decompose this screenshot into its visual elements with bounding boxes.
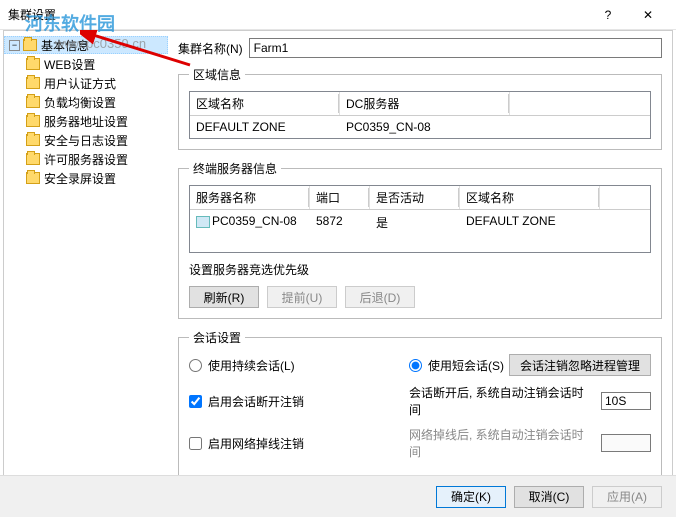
tree-label: 基本信息 <box>41 37 89 54</box>
folder-icon <box>26 153 40 165</box>
apply-button: 应用(A) <box>592 486 662 508</box>
zone-fieldset: 区域信息 区域名称 DC服务器 DEFAULT ZONE PC0359_CN-0… <box>178 66 662 150</box>
tree-item-security[interactable]: 安全与日志设置 <box>4 131 168 149</box>
dialog-footer: 确定(K) 取消(C) 应用(A) <box>0 475 676 517</box>
terminal-legend: 终端服务器信息 <box>189 160 281 177</box>
short-session-radio[interactable] <box>409 359 422 372</box>
terminal-fieldset: 终端服务器信息 服务器名称 端口 是否活动 区域名称 PC0359_CN-08 … <box>178 160 662 319</box>
priority-label: 设置服务器竞选优先级 <box>189 261 651 278</box>
move-down-button: 后退(D) <box>345 286 415 308</box>
term-col-zone[interactable]: 区域名称 <box>460 186 600 209</box>
netdown-timeout-label: 网络掉线后, 系统自动注销会话时间 <box>409 426 595 460</box>
tree-item-loadbalance[interactable]: 负载均衡设置 <box>4 93 168 111</box>
tree-item-serveraddr[interactable]: 服务器地址设置 <box>4 112 168 130</box>
term-col-port[interactable]: 端口 <box>310 186 370 209</box>
persistent-label: 使用持续会话(L) <box>208 357 295 374</box>
help-button[interactable]: ? <box>588 1 628 29</box>
move-up-button: 提前(U) <box>267 286 337 308</box>
disconnect-timeout-label: 会话断开后, 系统自动注销会话时间 <box>409 384 595 418</box>
tree-item-basic[interactable]: − 基本信息 <box>4 36 168 54</box>
folder-icon <box>26 134 40 146</box>
folder-icon <box>26 77 40 89</box>
close-button[interactable]: ✕ <box>628 1 668 29</box>
table-row[interactable]: PC0359_CN-08 5872 是 DEFAULT ZONE <box>190 210 650 235</box>
term-col-name[interactable]: 服务器名称 <box>190 186 310 209</box>
folder-icon <box>23 39 37 51</box>
netdown-logout-checkbox[interactable] <box>189 437 202 450</box>
tree-item-auth[interactable]: 用户认证方式 <box>4 74 168 92</box>
disconnect-timeout-input[interactable] <box>601 392 651 410</box>
refresh-button[interactable]: 刷新(R) <box>189 286 259 308</box>
disconnect-logout-label: 启用会话断开注销 <box>208 393 304 410</box>
session-legend: 会话设置 <box>189 329 245 346</box>
zone-col-dc[interactable]: DC服务器 <box>340 92 510 115</box>
cluster-name-input[interactable] <box>249 38 662 58</box>
term-col-active[interactable]: 是否活动 <box>370 186 460 209</box>
zone-col-name[interactable]: 区域名称 <box>190 92 340 115</box>
tree-item-license[interactable]: 许可服务器设置 <box>4 150 168 168</box>
persistent-session-radio[interactable] <box>189 359 202 372</box>
terminal-table[interactable]: 服务器名称 端口 是否活动 区域名称 PC0359_CN-08 5872 是 D… <box>189 185 651 253</box>
tree-item-recording[interactable]: 安全录屏设置 <box>4 169 168 187</box>
folder-icon <box>26 115 40 127</box>
content-panel: 集群名称(N) 区域信息 区域名称 DC服务器 DEFAULT ZONE PC0… <box>172 30 676 470</box>
ignore-process-button[interactable]: 会话注销忽略进程管理 <box>509 354 651 376</box>
cluster-name-label: 集群名称(N) <box>178 40 243 57</box>
server-icon <box>196 216 210 228</box>
tree-item-web[interactable]: WEB设置 <box>4 55 168 73</box>
netdown-timeout-input <box>601 434 651 452</box>
table-row[interactable]: DEFAULT ZONE PC0359_CN-08 <box>190 116 650 138</box>
zone-table[interactable]: 区域名称 DC服务器 DEFAULT ZONE PC0359_CN-08 <box>189 91 651 139</box>
folder-icon <box>26 172 40 184</box>
cancel-button[interactable]: 取消(C) <box>514 486 584 508</box>
collapse-icon[interactable]: − <box>9 40 20 51</box>
zone-legend: 区域信息 <box>189 66 245 83</box>
session-fieldset: 会话设置 使用持续会话(L) 使用短会话(S) 会话注销忽略进程管理 启用会话断… <box>178 329 662 479</box>
folder-icon <box>26 58 40 70</box>
window-title: 集群设置 <box>8 6 588 23</box>
disconnect-logout-checkbox[interactable] <box>189 395 202 408</box>
short-label: 使用短会话(S) <box>428 357 504 374</box>
nav-tree: − 基本信息 WEB设置 用户认证方式 负载均衡设置 服务器地址设置 安全与日志… <box>0 30 172 470</box>
folder-icon <box>26 96 40 108</box>
title-bar: 集群设置 ? ✕ <box>0 0 676 30</box>
ok-button[interactable]: 确定(K) <box>436 486 506 508</box>
netdown-logout-label: 启用网络掉线注销 <box>208 435 304 452</box>
